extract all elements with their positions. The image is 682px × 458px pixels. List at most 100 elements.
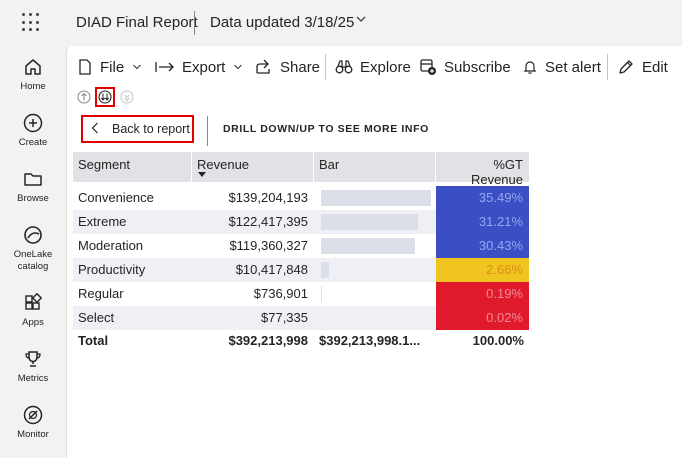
cell-gt-revenue: 31.21% [436, 210, 529, 234]
table-row[interactable]: Regular $736,901 0.19% [73, 282, 529, 306]
table-row[interactable]: Convenience $139,204,193 35.49% [73, 186, 529, 210]
edit-button[interactable]: Edit [617, 56, 668, 78]
binoculars-icon [335, 60, 353, 74]
share-icon [256, 59, 270, 74]
folder-icon [24, 173, 42, 186]
cell-gt-revenue: 30.43% [436, 234, 529, 258]
share-label: Share [280, 58, 321, 76]
nav-onelake-catalog[interactable]: OneLake catalog [0, 224, 66, 273]
apps-icon [25, 292, 43, 310]
explore-button[interactable]: Explore [335, 56, 411, 78]
cell-segment: Convenience [78, 190, 154, 205]
revenue-databar [321, 262, 329, 278]
column-header-gt-revenue[interactable]: %GT Revenue [436, 152, 529, 187]
subscribe-icon [420, 59, 436, 75]
nav-browse[interactable]: Browse [0, 168, 66, 205]
export-icon [155, 62, 174, 72]
nav-monitor[interactable]: Monitor [0, 404, 66, 441]
revenue-databar [321, 286, 322, 302]
chevron-down-icon [133, 64, 142, 70]
app-launcher-icon[interactable] [22, 13, 42, 33]
nav-onelake-label-1: OneLake [13, 249, 53, 260]
report-toolbar: File Export Share Explore Subscribe Set … [67, 46, 682, 88]
nav-apps[interactable]: Apps [0, 292, 66, 329]
revenue-databar [321, 214, 418, 230]
column-header-revenue-label: Revenue [197, 157, 250, 172]
nav-create[interactable]: Create [0, 112, 66, 149]
cell-revenue: $119,360,327 [229, 238, 308, 253]
nav-onelake-label-2: catalog [17, 261, 49, 272]
plus-circle-icon [23, 113, 43, 133]
back-to-report-button[interactable]: Back to report [81, 115, 194, 143]
export-label: Export [182, 58, 226, 76]
cell-gt-revenue: 0.02% [436, 306, 529, 330]
table-total-row: Total $392,213,998 $392,213,998.1... 100… [73, 328, 529, 354]
report-title[interactable]: DIAD Final Report [76, 14, 198, 31]
cell-gt-revenue: 0.19% [436, 282, 529, 306]
table-row[interactable]: Select $77,335 0.02% [73, 306, 529, 330]
cell-gt-revenue: 35.49% [436, 186, 529, 210]
total-gt-revenue: 100.00% [472, 333, 524, 348]
column-header-revenue[interactable]: Revenue [192, 152, 313, 182]
cell-segment: Extreme [78, 214, 127, 229]
column-header-segment[interactable]: Segment [73, 152, 191, 182]
sort-descending-icon [198, 172, 206, 177]
drill-info-text: DRILL DOWN/UP TO SEE MORE INFO [223, 123, 429, 135]
top-bar: DIAD Final Report Data updated 3/18/25 [0, 0, 682, 46]
nav-metrics-label: Metrics [17, 373, 49, 384]
bell-icon [523, 61, 537, 74]
cell-segment: Moderation [78, 238, 144, 253]
table-row[interactable]: Moderation $119,360,327 30.43% [73, 234, 529, 258]
cell-gt-revenue: 2.66% [436, 258, 529, 282]
drill-down-icon[interactable] [98, 90, 112, 104]
back-to-report-label: Back to report [112, 122, 190, 136]
nav-metrics[interactable]: Metrics [0, 348, 66, 385]
column-header-bar[interactable]: Bar [314, 152, 435, 182]
expand-hierarchy-icon[interactable] [120, 90, 134, 104]
export-menu-button[interactable]: Export [155, 56, 243, 78]
table-row[interactable]: Productivity $10,417,848 2.66% [73, 258, 529, 282]
nav-browse-label: Browse [17, 193, 49, 204]
file-label: File [100, 58, 125, 76]
drill-up-icon[interactable] [77, 90, 91, 104]
chevron-down-icon[interactable] [355, 13, 367, 28]
set-alert-label: Set alert [545, 58, 601, 76]
total-label: Total [78, 333, 109, 348]
share-button[interactable]: Share [255, 56, 320, 78]
total-bar: $392,213,998.1... [319, 333, 421, 348]
cell-revenue: $736,901 [253, 286, 308, 301]
file-menu-button[interactable]: File [77, 56, 142, 78]
nav-apps-label: Apps [22, 317, 44, 328]
home-icon [25, 59, 41, 75]
chevron-down-icon [234, 64, 243, 70]
toolbar-divider [325, 54, 326, 80]
edit-label: Edit [642, 58, 668, 76]
total-revenue: $392,213,998 [228, 333, 308, 348]
table-row[interactable]: Extreme $122,417,395 31.21% [73, 210, 529, 234]
subscribe-button[interactable]: Subscribe [419, 56, 511, 78]
set-alert-button[interactable]: Set alert [522, 56, 601, 78]
trophy-icon [25, 351, 41, 367]
data-updated-dropdown[interactable]: Data updated 3/18/25 [210, 14, 354, 31]
nav-home-label: Home [20, 81, 46, 92]
revenue-databar [321, 238, 415, 254]
title-divider [194, 11, 195, 35]
pencil-icon [619, 60, 633, 74]
onelake-icon [24, 226, 42, 244]
nav-monitor-label: Monitor [17, 429, 49, 440]
subscribe-label: Subscribe [444, 58, 511, 76]
left-nav: Home Create Browse OneLake catalog Apps … [0, 46, 66, 458]
cell-revenue: $10,417,848 [235, 262, 308, 277]
explore-label: Explore [360, 58, 411, 76]
nav-create-label: Create [18, 137, 48, 148]
header-divider [207, 116, 208, 146]
chevron-left-icon [91, 121, 99, 137]
toolbar-divider [607, 54, 608, 80]
nav-home[interactable]: Home [0, 56, 66, 93]
table-header: Segment Revenue Bar %GT Revenue [73, 152, 529, 187]
report-canvas: File Export Share Explore Subscribe Set … [66, 46, 682, 458]
cell-revenue: $77,335 [261, 310, 308, 325]
cell-segment: Select [78, 310, 115, 325]
cell-revenue: $139,204,193 [228, 190, 308, 205]
revenue-databar [321, 190, 431, 206]
